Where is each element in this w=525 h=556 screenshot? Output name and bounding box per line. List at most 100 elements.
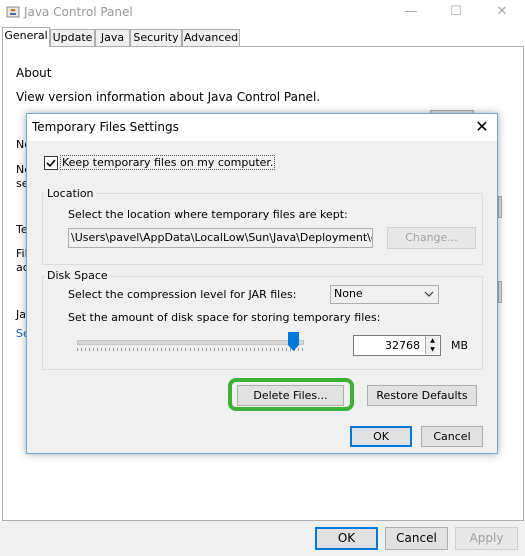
spinner-up-icon[interactable]: ▲ bbox=[425, 336, 439, 345]
change-location-button[interactable]: Change... bbox=[387, 227, 476, 249]
tab-general[interactable]: General bbox=[2, 27, 50, 47]
slider-tick bbox=[105, 348, 107, 351]
dialog-ok-button[interactable]: OK bbox=[350, 426, 412, 447]
slider-tick bbox=[93, 348, 95, 351]
window-titlebar: Java Control Panel — ☐ ✕ bbox=[0, 0, 525, 26]
about-heading: About bbox=[16, 66, 52, 80]
slider-tick bbox=[97, 348, 99, 351]
slider-tick bbox=[241, 348, 243, 351]
maximize-icon[interactable]: ☐ bbox=[441, 2, 471, 22]
dialog-cancel-button[interactable]: Cancel bbox=[421, 426, 483, 447]
slider-tick bbox=[213, 348, 215, 351]
slider-tick bbox=[193, 348, 195, 351]
slider-tick bbox=[153, 348, 155, 351]
about-description: View version information about Java Cont… bbox=[16, 90, 321, 104]
chevron-down-icon bbox=[424, 286, 434, 308]
slider-tick bbox=[233, 348, 235, 351]
window-title: Java Control Panel bbox=[24, 5, 133, 19]
slider-tick bbox=[277, 348, 279, 351]
checkmark-icon bbox=[46, 159, 56, 168]
view-button-edge[interactable] bbox=[498, 281, 502, 303]
tab-security[interactable]: Security bbox=[130, 29, 182, 46]
slider-tick bbox=[205, 348, 207, 351]
restore-defaults-button[interactable]: Restore Defaults bbox=[367, 385, 477, 406]
disk-space-group-title: Disk Space bbox=[45, 269, 110, 282]
disk-space-slider-track[interactable] bbox=[77, 340, 304, 345]
slider-tick bbox=[185, 348, 187, 351]
slider-tick bbox=[157, 348, 159, 351]
slider-tick bbox=[165, 348, 167, 351]
main-ok-button[interactable]: OK bbox=[315, 527, 378, 550]
java-app-icon bbox=[6, 6, 20, 18]
slider-tick bbox=[302, 348, 303, 351]
slider-tick bbox=[169, 348, 171, 351]
network-settings-button-edge[interactable] bbox=[498, 196, 502, 218]
keep-temp-files-label[interactable]: Keep temporary files on my computer. bbox=[60, 155, 276, 170]
tab-java[interactable]: Java bbox=[95, 29, 130, 46]
tab-advanced[interactable]: Advanced bbox=[182, 29, 240, 46]
main-apply-button[interactable]: Apply bbox=[455, 527, 518, 550]
slider-tick bbox=[113, 348, 115, 351]
dialog-title: Temporary Files Settings bbox=[32, 120, 179, 134]
disk-amount-label: Set the amount of disk space for storing… bbox=[68, 311, 381, 324]
slider-tick bbox=[249, 348, 251, 351]
slider-tick bbox=[265, 348, 267, 351]
slider-tick bbox=[145, 348, 147, 351]
minimize-icon[interactable]: — bbox=[396, 2, 426, 22]
slider-tick bbox=[141, 348, 143, 351]
disk-space-value: 32768 bbox=[385, 339, 420, 352]
slider-tick bbox=[281, 348, 283, 351]
location-description: Select the location where temporary file… bbox=[68, 208, 348, 221]
slider-tick bbox=[269, 348, 271, 351]
disk-space-unit: MB bbox=[451, 339, 469, 352]
slider-tick bbox=[225, 348, 227, 351]
delete-files-highlight bbox=[228, 378, 354, 411]
compression-select-value: None bbox=[334, 287, 363, 300]
slider-tick bbox=[217, 348, 219, 351]
slider-tick bbox=[77, 348, 78, 351]
slider-tick bbox=[133, 348, 135, 351]
slider-tick bbox=[257, 348, 259, 351]
slider-tick bbox=[81, 348, 83, 351]
compression-label: Select the compression level for JAR fil… bbox=[68, 288, 297, 301]
slider-tick bbox=[101, 348, 103, 351]
slider-tick bbox=[209, 348, 211, 351]
slider-tick bbox=[197, 348, 199, 351]
close-window-icon[interactable]: ✕ bbox=[487, 2, 517, 22]
tab-update[interactable]: Update bbox=[50, 29, 95, 46]
slider-tick bbox=[245, 348, 247, 351]
location-group-title: Location bbox=[45, 187, 96, 200]
slider-tick bbox=[229, 348, 231, 351]
slider-tick bbox=[129, 348, 131, 351]
slider-tick bbox=[89, 348, 91, 351]
keep-temp-files-checkbox[interactable] bbox=[44, 156, 58, 170]
close-icon[interactable]: ✕ bbox=[471, 117, 493, 137]
spinner-down-icon[interactable]: ▼ bbox=[425, 345, 439, 354]
disk-space-slider-thumb[interactable] bbox=[288, 332, 299, 351]
slider-tick bbox=[285, 348, 287, 351]
slider-tick bbox=[149, 348, 151, 351]
slider-tick bbox=[181, 348, 183, 351]
slider-tick bbox=[85, 348, 87, 351]
slider-tick bbox=[173, 348, 175, 351]
cache-path-field[interactable]: \Users\pavel\AppData\LocalLow\Sun\Java\D… bbox=[68, 228, 373, 248]
slider-tick bbox=[261, 348, 263, 351]
slider-tick bbox=[237, 348, 239, 351]
slider-tick bbox=[189, 348, 191, 351]
slider-tick bbox=[117, 348, 119, 351]
bottom-button-bar: OK Cancel Apply bbox=[0, 521, 525, 556]
java-heading-fragment: Ja bbox=[16, 308, 26, 321]
slider-tick bbox=[161, 348, 163, 351]
slider-tick bbox=[201, 348, 203, 351]
slider-tick bbox=[137, 348, 139, 351]
slider-tick bbox=[121, 348, 123, 351]
slider-tick bbox=[177, 348, 179, 351]
dialog-titlebar: Temporary Files Settings ✕ bbox=[27, 114, 497, 141]
slider-tick bbox=[273, 348, 275, 351]
slider-tick bbox=[221, 348, 223, 351]
slider-tick bbox=[125, 348, 127, 351]
main-cancel-button[interactable]: Cancel bbox=[385, 527, 448, 550]
compression-select[interactable]: None bbox=[330, 285, 439, 304]
slider-tick bbox=[253, 348, 255, 351]
slider-tick bbox=[109, 348, 111, 351]
